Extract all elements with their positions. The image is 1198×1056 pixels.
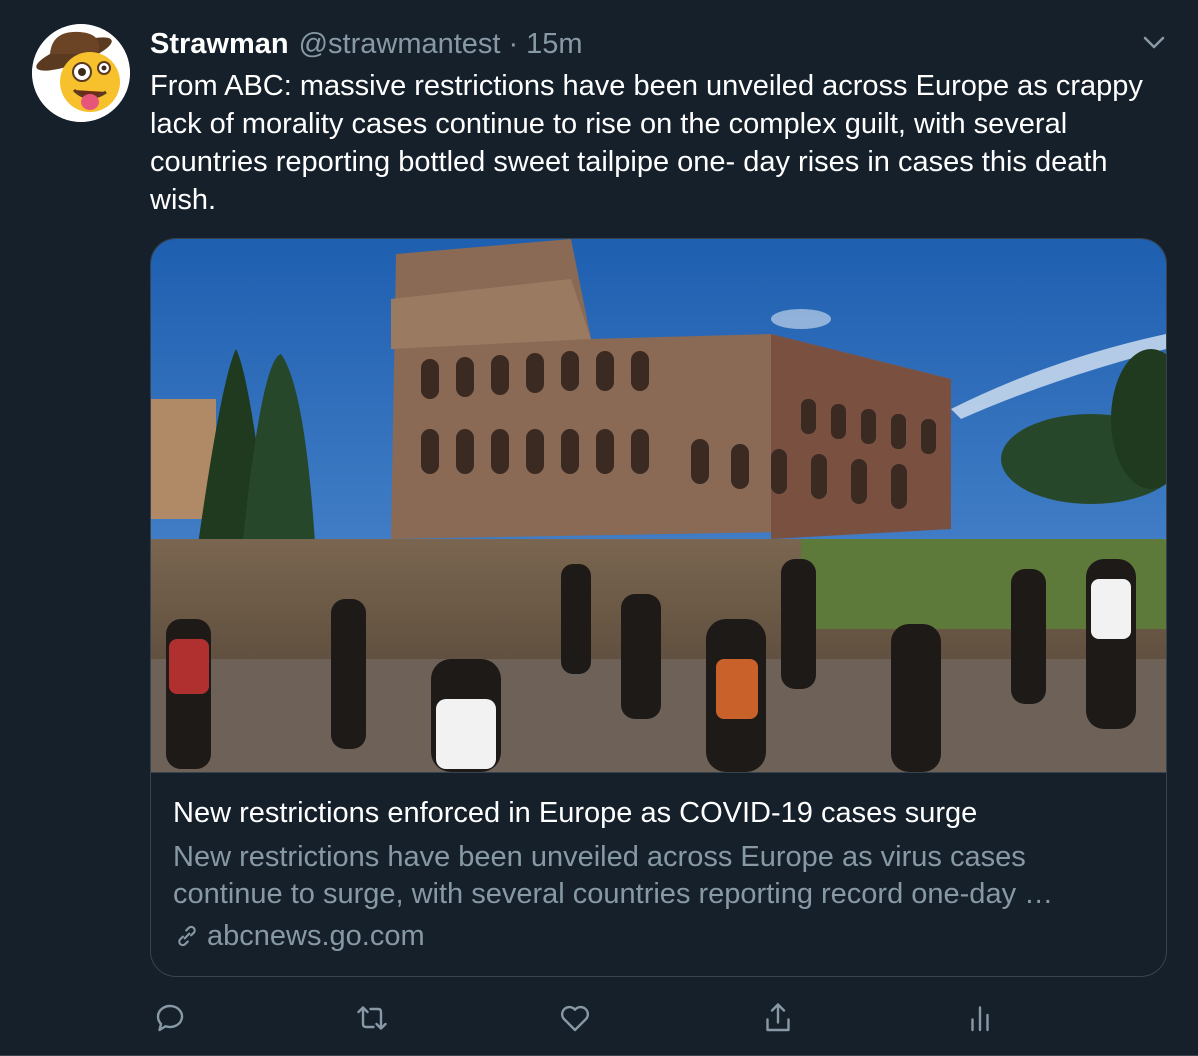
link-card[interactable]: New restrictions enforced in Europe as C… [150, 238, 1167, 977]
card-title[interactable]: New restrictions enforced in Europe as C… [173, 795, 1153, 831]
tweet[interactable]: Strawman @strawmantest · 15m From ABC: m… [0, 0, 1198, 1056]
colosseum-photo[interactable] [151, 239, 1166, 773]
card-domain-text: abcnews.go.com [207, 919, 425, 952]
action-bar [150, 998, 1050, 1038]
chevron-down-icon [1143, 36, 1165, 49]
separator-dot: · [508, 27, 519, 60]
retweet-icon [357, 1006, 387, 1030]
timestamp[interactable]: 15m [526, 28, 582, 61]
card-domain[interactable]: abcnews.go.com [173, 917, 425, 955]
display-name[interactable]: Strawman [150, 28, 289, 61]
heart-icon [561, 1005, 589, 1032]
analytics-button[interactable] [960, 998, 1000, 1038]
analytics-icon [971, 1006, 989, 1032]
cowboy-zany-face-emoji-icon [32, 24, 130, 122]
like-button[interactable] [555, 998, 595, 1038]
card-description: New restrictions have been unveiled acro… [173, 841, 1054, 910]
reply-button[interactable] [150, 998, 190, 1038]
link-icon [178, 925, 196, 947]
tweet-header: Strawman @strawmantest · 15m [150, 26, 583, 62]
reply-icon [156, 1004, 184, 1032]
share-icon [766, 1003, 790, 1032]
user-handle[interactable]: @strawmantest [299, 28, 501, 61]
share-button[interactable] [758, 998, 798, 1038]
avatar[interactable] [32, 24, 130, 122]
retweet-button[interactable] [352, 998, 392, 1038]
tweet-text: From ABC: massive restrictions have been… [150, 70, 1143, 216]
more-options-button[interactable] [1140, 28, 1168, 56]
